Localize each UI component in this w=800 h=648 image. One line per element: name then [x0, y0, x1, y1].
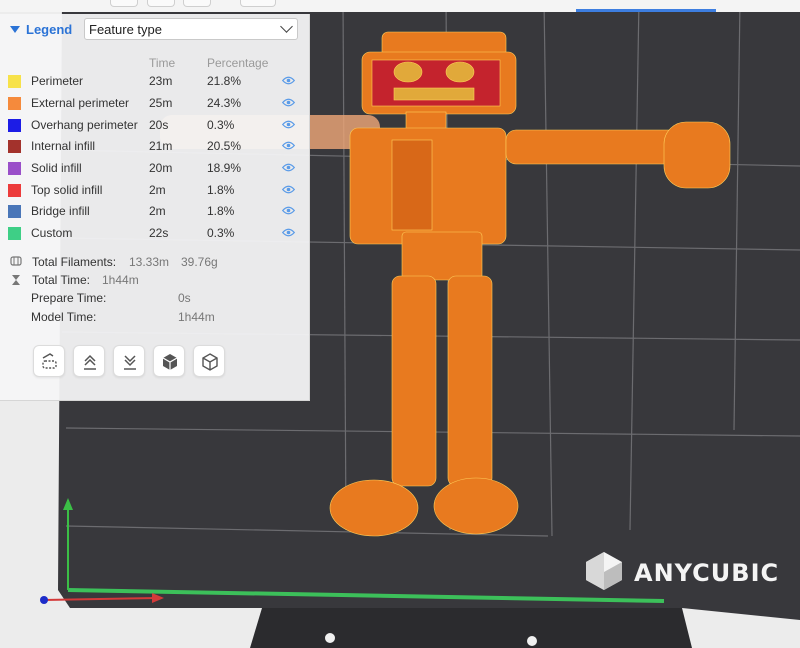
view-mode-value: Feature type — [89, 22, 162, 37]
legend-row: Bridge infill 2m 1.8% — [0, 201, 309, 223]
layer-view-icon — [42, 353, 57, 369]
eye-visibility-icon[interactable] — [282, 120, 295, 129]
total-filaments-weight: 39.76g — [181, 255, 218, 269]
feature-name: Internal infill — [31, 139, 96, 153]
toolbar-button[interactable] — [110, 0, 138, 7]
chevron-down-icon — [280, 20, 293, 33]
model-time-value: 1h44m — [178, 310, 215, 324]
anycubic-logo — [586, 552, 622, 590]
collapse-down-button[interactable] — [113, 345, 145, 377]
solid-cube-icon — [162, 354, 178, 370]
legend-row: Custom 22s 0.3% — [0, 223, 309, 245]
total-time-label: Total Time: — [32, 273, 91, 287]
eye-visibility-icon[interactable] — [282, 141, 295, 150]
color-swatch — [8, 119, 21, 132]
color-swatch — [8, 140, 21, 153]
hourglass-icon — [12, 275, 20, 285]
legend-row: Top solid infill 2m 1.8% — [0, 180, 309, 202]
feature-name: Overhang perimeter — [31, 118, 138, 132]
color-swatch — [8, 75, 21, 88]
model-time-label: Model Time: — [31, 310, 97, 324]
feature-name: Custom — [31, 226, 73, 240]
eye-visibility-icon[interactable] — [282, 98, 295, 107]
active-tab-indicator — [576, 9, 716, 12]
prepare-time-value: 0s — [178, 291, 191, 305]
eye-visibility-icon[interactable] — [282, 228, 295, 237]
color-swatch — [8, 227, 21, 240]
legend-row: Internal infill 21m 20.5% — [0, 136, 309, 158]
view-mode-select[interactable]: Feature type — [84, 18, 298, 40]
legend-title: Legend — [26, 22, 73, 37]
feature-time: 20s — [149, 118, 169, 132]
toolbar-button[interactable] — [147, 0, 175, 7]
feature-name: Bridge infill — [31, 204, 90, 218]
feature-name: Solid infill — [31, 161, 82, 175]
legend-row: Perimeter 23m 21.8% — [0, 71, 309, 93]
total-time-value: 1h44m — [102, 273, 139, 287]
color-swatch — [8, 97, 21, 110]
feature-percentage: 1.8% — [207, 204, 235, 218]
feature-name: External perimeter — [31, 96, 130, 110]
feature-percentage: 1.8% — [207, 183, 235, 197]
feature-time: 21m — [149, 139, 173, 153]
eye-visibility-icon[interactable] — [282, 185, 295, 194]
toolbar-button[interactable] — [240, 0, 276, 7]
column-header-time: Time — [149, 56, 176, 70]
color-swatch — [8, 205, 21, 218]
legend-panel: Legend Feature type Time Percentage Peri… — [0, 14, 310, 401]
feature-percentage: 20.5% — [207, 139, 242, 153]
total-filaments-label: Total Filaments: — [32, 255, 117, 269]
feature-time: 2m — [149, 183, 166, 197]
prepare-time-label: Prepare Time: — [31, 291, 107, 305]
feature-time: 22s — [149, 226, 169, 240]
layer-view-button[interactable] — [33, 345, 65, 377]
feature-percentage: 21.8% — [207, 74, 242, 88]
legend-row: External perimeter 25m 24.3% — [0, 93, 309, 115]
color-swatch — [8, 184, 21, 197]
feature-time: 25m — [149, 96, 173, 110]
eye-visibility-icon[interactable] — [282, 206, 295, 215]
feature-percentage: 18.9% — [207, 161, 242, 175]
collapse-up-icon — [84, 354, 96, 370]
feature-time: 20m — [149, 161, 173, 175]
outline-cube-button[interactable] — [193, 345, 225, 377]
feature-name: Top solid infill — [31, 183, 103, 197]
color-swatch — [8, 162, 21, 175]
feature-time: 2m — [149, 204, 166, 218]
feature-percentage: 24.3% — [207, 96, 242, 110]
feature-name: Perimeter — [31, 74, 84, 88]
brand-name: ANYCUBIC — [634, 559, 780, 587]
outline-cube-icon — [202, 353, 218, 371]
eye-visibility-icon[interactable] — [282, 76, 295, 85]
feature-percentage: 0.3% — [207, 226, 235, 240]
collapse-caret-icon — [10, 26, 20, 33]
toolbar-button[interactable] — [183, 0, 211, 7]
solid-cube-button[interactable] — [153, 345, 185, 377]
collapse-up-button[interactable] — [73, 345, 105, 377]
feature-percentage: 0.3% — [207, 118, 235, 132]
column-header-percentage: Percentage — [207, 56, 269, 70]
feature-time: 23m — [149, 74, 173, 88]
legend-row: Overhang perimeter 20s 0.3% — [0, 115, 309, 137]
eye-visibility-icon[interactable] — [282, 163, 295, 172]
total-filaments-length: 13.33m — [129, 255, 170, 269]
legend-row: Solid infill 20m 18.9% — [0, 158, 309, 180]
legend-toggle[interactable]: Legend — [10, 22, 72, 37]
collapse-down-icon — [124, 355, 136, 370]
filament-spool-icon — [10, 256, 22, 266]
